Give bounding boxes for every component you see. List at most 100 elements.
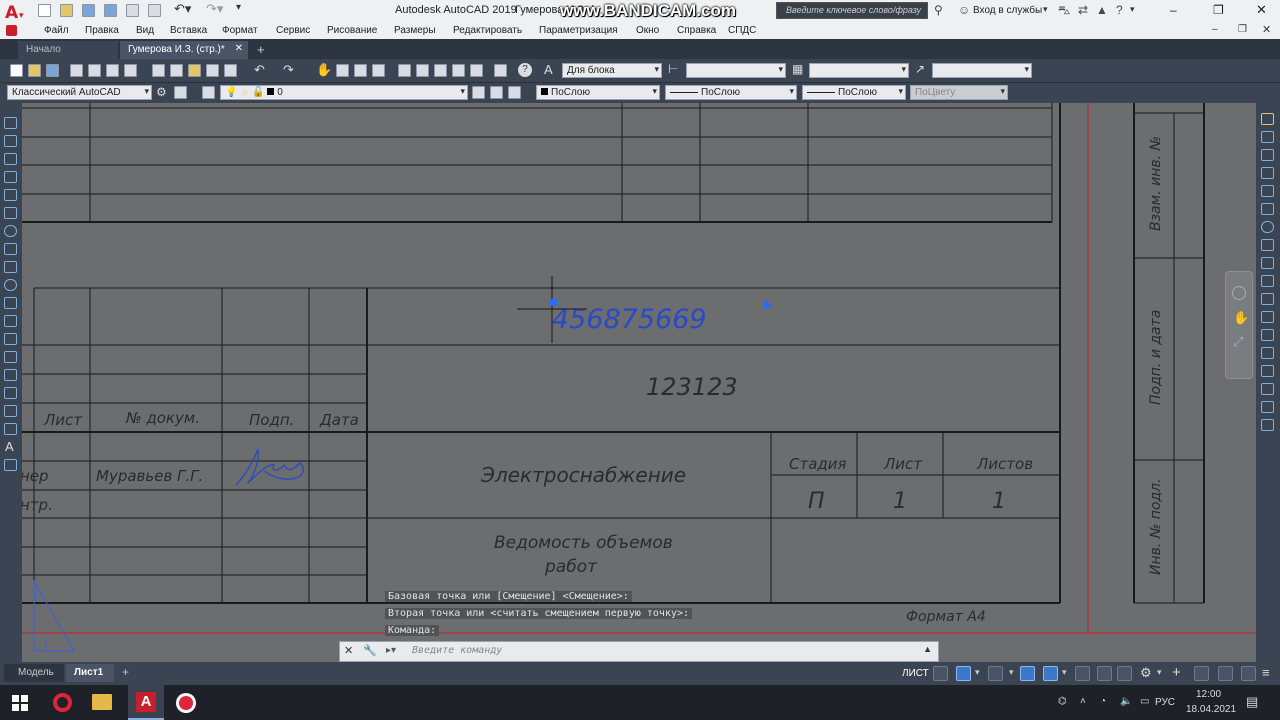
insert-block-icon[interactable] (4, 315, 17, 327)
command-input[interactable]: Введите команду (412, 645, 502, 656)
lineweight-combo[interactable]: ПоСлою ▾ (802, 85, 906, 100)
break-icon[interactable] (1261, 329, 1274, 341)
xline-icon[interactable] (4, 135, 17, 147)
scale-icon[interactable] (1261, 239, 1274, 251)
command-history-up-icon[interactable]: ▲ (923, 644, 932, 654)
menu-spds[interactable]: СПДС (728, 25, 756, 36)
clean-screen-icon[interactable] (1241, 666, 1256, 681)
pan-nav-icon[interactable]: ✋ (1233, 310, 1249, 326)
tray-show-hidden-icon[interactable]: ˄ (1080, 696, 1086, 707)
print-icon[interactable] (70, 64, 83, 77)
markup-icon[interactable] (470, 64, 483, 77)
hatch-icon[interactable] (4, 369, 17, 381)
circle-icon[interactable] (4, 225, 17, 237)
add-layout-button[interactable]: + (122, 665, 129, 679)
offset-icon[interactable] (1261, 167, 1274, 179)
design-center-icon[interactable] (416, 64, 429, 77)
erase-icon[interactable] (1261, 113, 1274, 125)
autocad-task-icon[interactable]: A (128, 685, 164, 720)
color-combo[interactable]: ПоСлою ▾ (536, 85, 660, 100)
revcloud-icon[interactable] (4, 243, 17, 255)
customize-icon[interactable]: 🔧 (363, 644, 377, 657)
lineweight-icon[interactable] (1075, 666, 1090, 681)
tab-close-icon[interactable]: ✕ (235, 43, 243, 54)
annotation-plus-icon[interactable]: + (1172, 664, 1181, 681)
table-style-icon[interactable]: ▦ (792, 62, 803, 76)
help-dropdown-icon[interactable]: ▾ (1130, 4, 1135, 15)
user-icon[interactable]: ☺ (958, 3, 970, 17)
publish-icon[interactable] (106, 64, 119, 77)
autocad-a-icon[interactable]: A ▾ (3, 1, 29, 23)
tray-network-icon[interactable]: ⌬ (1058, 696, 1067, 707)
space-toggle[interactable]: ЛИСТ (902, 668, 929, 679)
help-tb-icon[interactable]: ? (518, 63, 532, 77)
menu-help[interactable]: Справка (677, 25, 716, 36)
customization-icon[interactable]: ≡ (1262, 665, 1270, 680)
mtext-icon[interactable]: A (5, 439, 14, 454)
command-close-icon[interactable]: ✕ (344, 644, 353, 657)
doc-close-icon[interactable]: ✕ (1262, 23, 1271, 36)
mirror-icon[interactable] (1261, 149, 1274, 161)
tray-wifi-icon[interactable]: ◔ (1100, 696, 1106, 707)
array-icon[interactable] (1261, 185, 1274, 197)
doc-minimize-icon[interactable]: – (1212, 24, 1218, 35)
zoom-realtime-icon[interactable] (336, 64, 349, 77)
menu-draw[interactable]: Рисование (327, 25, 377, 36)
clock-time[interactable]: 12:00 (1196, 689, 1221, 700)
qnew-icon[interactable] (10, 64, 23, 77)
menu-tools[interactable]: Сервис (276, 25, 310, 36)
help-search-field[interactable]: Введите ключевое слово/фразу (776, 2, 928, 19)
stretch-icon[interactable] (1261, 257, 1274, 269)
gradient-icon[interactable] (4, 387, 17, 399)
join-icon[interactable] (1261, 347, 1274, 359)
quickcalc-icon[interactable] (494, 64, 507, 77)
break-point-icon[interactable] (1261, 311, 1274, 323)
menu-parametric[interactable]: Параметризация (539, 25, 618, 36)
workspace-settings-icon[interactable]: ⚙ (156, 85, 167, 99)
zoom-window-icon[interactable] (354, 64, 367, 77)
save-icon[interactable] (82, 4, 95, 17)
maximize-icon[interactable]: ❐ (1213, 3, 1224, 17)
sheet-set-icon[interactable] (452, 64, 465, 77)
tab-sheet1[interactable]: Лист1 (66, 664, 114, 682)
paste-icon[interactable] (188, 64, 201, 77)
minimize-icon[interactable]: – (1170, 3, 1177, 17)
chamfer-icon[interactable] (1261, 365, 1274, 377)
preview-icon[interactable] (88, 64, 101, 77)
add-selected-icon[interactable] (4, 459, 17, 471)
open-icon[interactable] (28, 64, 41, 77)
gear-dropdown-icon[interactable]: ▾ (1157, 667, 1162, 678)
drawing-canvas[interactable]: 456875669 123123 Лист № докум. Подп. Дат… (22, 103, 1256, 662)
tab-start[interactable]: Начало (18, 41, 118, 59)
explode-icon[interactable] (1261, 419, 1274, 431)
rectangle-icon[interactable] (4, 189, 17, 201)
cut-icon[interactable] (152, 64, 165, 77)
plot-icon[interactable] (148, 4, 161, 17)
polar-icon[interactable] (1020, 666, 1035, 681)
save-tb-icon[interactable] (46, 64, 59, 77)
help-icon[interactable]: ? (1116, 3, 1123, 17)
dim-style-icon[interactable]: ⊢ (668, 62, 678, 76)
snap-dropdown-icon[interactable]: ▾ (975, 667, 980, 678)
menu-modify[interactable]: Редактировать (453, 25, 522, 36)
signin-dropdown-icon[interactable]: ▾ (1043, 4, 1048, 15)
menu-insert[interactable]: Вставка (170, 25, 207, 36)
tab-active-document[interactable]: Гумерова И.З. (стр.)* ✕ (120, 41, 248, 59)
tray-volume-icon[interactable]: 🔈 (1120, 696, 1132, 707)
linetype-combo[interactable]: ПоСлою ▾ (665, 85, 797, 100)
region-icon[interactable] (4, 405, 17, 417)
snap-icon[interactable] (956, 666, 971, 681)
ellipse-arc-icon[interactable] (4, 297, 17, 309)
binoculars-icon[interactable]: ⚲ (934, 3, 943, 17)
hardware-accel-icon[interactable] (1218, 666, 1233, 681)
spline-icon[interactable] (4, 261, 17, 273)
menu-edit[interactable]: Правка (85, 25, 119, 36)
opera-icon[interactable] (53, 693, 72, 712)
new-file-icon[interactable] (38, 4, 51, 17)
web-open-icon[interactable] (126, 4, 139, 17)
doc-icon[interactable] (6, 25, 17, 36)
dim-style-combo[interactable]: ▾ (686, 63, 786, 78)
zoom-previous-icon[interactable] (372, 64, 385, 77)
arc-icon[interactable] (4, 207, 17, 219)
redo-icon[interactable]: ↷▾ (206, 1, 223, 17)
